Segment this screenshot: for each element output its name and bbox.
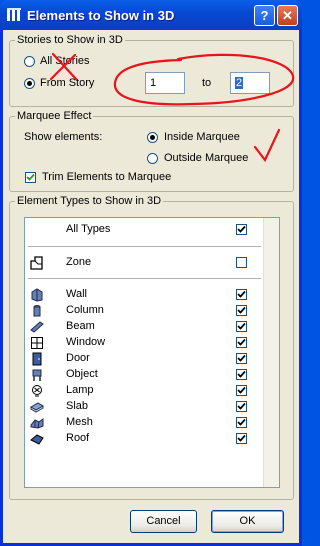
red-check-mark: [253, 128, 281, 163]
dialog-window: Elements to Show in 3D ? ✕ Stories to Sh…: [0, 0, 302, 546]
red-x-mark: [49, 52, 78, 81]
red-annotation-marks: [49, 52, 295, 163]
red-ellipse-mark: [113, 53, 295, 106]
